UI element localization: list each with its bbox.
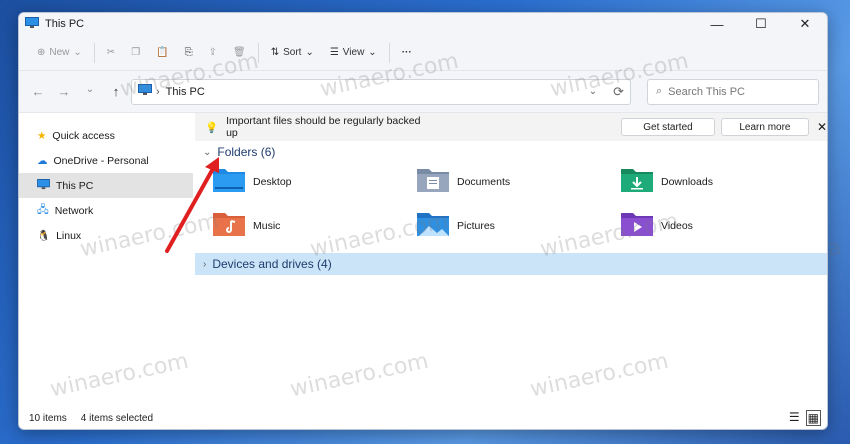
navigation-bar: ← → ⌄ ↑ › This PC ⌄ ⟳ ⌕ Search This PC (19, 71, 827, 113)
folders-section-header[interactable]: ⌄ Folders (6) (195, 141, 827, 163)
new-label: New (49, 47, 70, 58)
selection-count: 4 items selected (80, 412, 154, 424)
view-label: View (342, 47, 365, 58)
sidebar-item-label: Quick access (52, 129, 115, 142)
view-button[interactable]: ☰ View ⌄ (322, 39, 385, 67)
folder-label: Pictures (457, 219, 495, 232)
pictures-folder-icon (415, 209, 451, 242)
delete-button[interactable]: 🗑 (225, 39, 254, 67)
sidebar-item-label: OneDrive - Personal (53, 154, 149, 167)
videos-folder-icon (619, 209, 655, 242)
sort-label: Sort (283, 47, 302, 58)
backup-banner: 💡 Important files should be regularly ba… (195, 113, 827, 141)
monitor-icon (25, 16, 39, 32)
file-explorer-window: This PC — ☐ ✕ ⊕ New ⌄ ✂ ❐ 📋 ⎘ ⇪ 🗑 ⇅ Sort… (18, 12, 828, 430)
folder-pictures[interactable]: Pictures (415, 209, 495, 242)
more-icon: ··· (401, 47, 412, 58)
tiles-view-icon[interactable]: ▦ (805, 410, 821, 426)
banner-text: Important files should be regularly back… (226, 115, 421, 139)
sidebar-item-label: This PC (56, 179, 94, 192)
chevron-down-icon: ⌄ (305, 47, 314, 58)
folder-label: Videos (661, 219, 693, 232)
minimize-button[interactable]: — (695, 13, 739, 35)
paste-button[interactable]: 📋 (148, 39, 176, 67)
folders-grid: Desktop Documents Downloads Music Pictur… (195, 163, 827, 253)
divider (93, 42, 95, 63)
folder-videos[interactable]: Videos (619, 209, 693, 242)
share-icon: ⇪ (208, 47, 217, 58)
sidebar-item-label: Network (54, 204, 94, 217)
search-input[interactable]: ⌕ Search This PC (647, 78, 819, 105)
recent-chevron-icon[interactable]: ⌄ (79, 84, 101, 99)
forward-arrow-icon[interactable]: → (53, 84, 75, 99)
documents-folder-icon (415, 165, 451, 198)
search-placeholder: Search This PC (668, 85, 745, 98)
folder-label: Desktop (253, 175, 292, 188)
breadcrumb[interactable]: This PC (166, 86, 205, 98)
network-icon: 🖧 (37, 203, 49, 216)
status-bar: 10 items 4 items selected ☰ ▦ (19, 407, 827, 429)
title-bar: This PC — ☐ ✕ (19, 13, 827, 35)
folder-label: Music (253, 219, 281, 232)
refresh-icon[interactable]: ⟳ (613, 84, 624, 100)
chevron-down-icon: ⌄ (73, 47, 82, 58)
up-arrow-icon[interactable]: ↑ (105, 84, 127, 99)
clipboard-icon: 📋 (156, 47, 169, 58)
chevron-down-icon[interactable]: ⌄ (589, 86, 597, 97)
star-icon: ★ (37, 129, 47, 142)
rename-button[interactable]: ⎘ (177, 39, 201, 67)
maximize-button[interactable]: ☐ (739, 13, 783, 35)
close-button[interactable]: ✕ (783, 13, 827, 35)
command-bar: ⊕ New ⌄ ✂ ❐ 📋 ⎘ ⇪ 🗑 ⇅ Sort ⌄ ☰ View ⌄ ··… (19, 35, 827, 71)
folder-downloads[interactable]: Downloads (619, 165, 713, 198)
folder-label: Downloads (661, 175, 713, 188)
content-pane: 💡 Important files should be regularly ba… (193, 113, 827, 409)
new-button[interactable]: ⊕ New ⌄ (29, 39, 90, 67)
divider (257, 42, 259, 63)
folder-documents[interactable]: Documents (415, 165, 510, 198)
item-count: 10 items (29, 412, 67, 424)
copy-button[interactable]: ❐ (123, 39, 148, 67)
monitor-icon (37, 178, 50, 193)
monitor-icon (138, 84, 152, 99)
rename-icon: ⎘ (184, 47, 193, 58)
sort-icon: ⇅ (270, 47, 280, 58)
scissors-icon: ✂ (106, 47, 116, 58)
sort-button[interactable]: ⇅ Sort ⌄ (263, 39, 322, 67)
learn-more-button[interactable]: Learn more (720, 118, 809, 136)
details-view-icon[interactable]: ☰ (789, 410, 800, 426)
copy-icon: ❐ (131, 47, 141, 58)
downloads-folder-icon (619, 165, 655, 198)
folder-label: Documents (457, 175, 511, 188)
share-button[interactable]: ⇪ (201, 39, 225, 67)
view-icon: ☰ (329, 47, 339, 58)
search-icon: ⌕ (656, 85, 663, 97)
sidebar-item-label: Linux (56, 229, 82, 242)
more-options-button[interactable]: ··· (394, 39, 420, 67)
cut-button[interactable]: ✂ (99, 39, 123, 67)
sidebar-item-quick-access[interactable]: ★ Quick access (19, 123, 193, 148)
section-title: Devices and drives (4) (212, 257, 332, 271)
breadcrumb-separator-icon: › (156, 85, 160, 98)
plus-icon: ⊕ (37, 47, 46, 58)
window-title: This PC (45, 18, 85, 30)
annotation-arrow (165, 157, 219, 253)
penguin-icon: 🐧 (37, 230, 51, 242)
chevron-down-icon: ⌄ (368, 47, 377, 58)
get-started-button[interactable]: Get started (621, 118, 715, 136)
trash-icon: 🗑 (233, 47, 246, 58)
divider (388, 42, 390, 63)
cloud-icon: ☁ (37, 154, 48, 167)
lightbulb-icon: 💡 (205, 121, 219, 134)
back-arrow-icon[interactable]: ← (27, 84, 49, 99)
devices-section-header[interactable]: › Devices and drives (4) (195, 253, 827, 275)
close-icon[interactable]: ✕ (817, 120, 827, 134)
address-bar[interactable]: › This PC ⌄ ⟳ (131, 78, 631, 105)
